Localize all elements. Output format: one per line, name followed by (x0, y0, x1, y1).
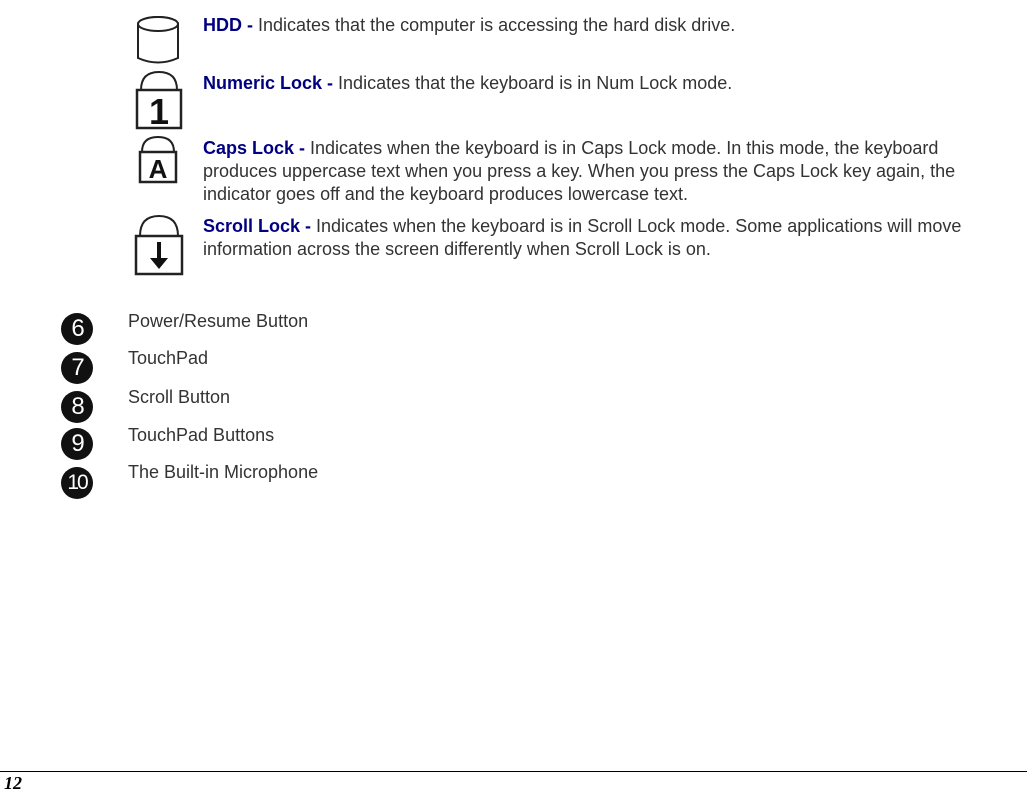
indicator-text: Indicates when the keyboard is in Scroll… (203, 216, 962, 259)
number-badge: 6 (61, 313, 93, 345)
number-badge: 8 (61, 391, 93, 423)
indicator-numeric-lock: Numeric Lock - Indicates that the keyboa… (203, 72, 1003, 95)
indicator-title: HDD - (203, 15, 258, 35)
indicator-title: Scroll Lock - (203, 216, 317, 236)
indicator-text: Indicates when the keyboard is in Caps L… (203, 138, 956, 204)
item-label: TouchPad Buttons (128, 425, 275, 445)
footer-divider (0, 771, 1027, 772)
page-number: 12 (4, 773, 22, 793)
scroll-lock-icon (134, 212, 184, 276)
indicator-scroll-lock: Scroll Lock - Indicates when the keyboar… (203, 215, 1003, 261)
number-badge: 10 (61, 467, 93, 499)
indicator-caps-lock: Caps Lock - Indicates when the keyboard … (203, 137, 1003, 206)
indicator-title: Caps Lock - (203, 138, 311, 158)
number-badge: 7 (61, 352, 93, 384)
item-label: The Built-in Microphone (128, 462, 319, 482)
hdd-icon (135, 14, 183, 66)
numeric-lock-icon: 1 (135, 68, 183, 130)
number-badge: 9 (61, 428, 93, 460)
caps-lock-icon: A (138, 134, 178, 184)
item-label: Power/Resume Button (128, 311, 309, 331)
lock-glyph: A (149, 154, 168, 184)
indicator-title: Numeric Lock - (203, 73, 339, 93)
lock-glyph: 1 (149, 91, 169, 130)
item-label: Scroll Button (128, 387, 231, 407)
indicator-text: Indicates that the keyboard is in Num Lo… (338, 73, 733, 93)
indicator-text: Indicates that the computer is accessing… (258, 15, 736, 35)
item-label: TouchPad (128, 348, 209, 368)
indicator-hdd: HDD - Indicates that the computer is acc… (203, 14, 1003, 37)
